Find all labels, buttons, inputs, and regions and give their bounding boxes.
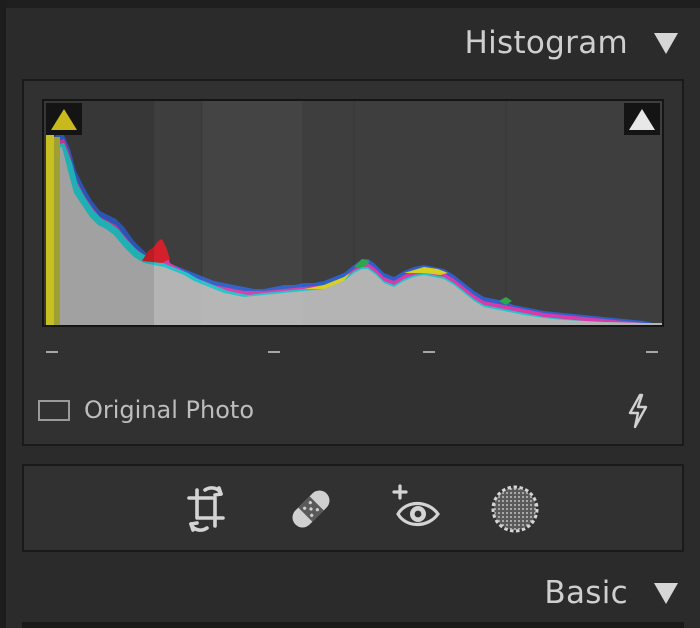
top-divider bbox=[0, 0, 700, 8]
info-dash bbox=[423, 351, 435, 353]
masking-tool-button[interactable] bbox=[490, 484, 540, 534]
collapse-triangle-icon[interactable] bbox=[654, 32, 678, 54]
healing-tool-button[interactable] bbox=[286, 484, 336, 534]
tool-strip bbox=[22, 464, 684, 552]
original-photo-checkbox[interactable] bbox=[38, 399, 70, 421]
eye-plus-icon bbox=[392, 484, 440, 527]
histogram-title: Histogram bbox=[464, 25, 628, 61]
info-dash bbox=[46, 351, 58, 353]
lightning-bolt-icon[interactable] bbox=[624, 393, 652, 429]
original-photo-label: Original Photo bbox=[84, 396, 255, 424]
basic-panel-edge bbox=[22, 622, 684, 628]
histogram-panel: Original Photo bbox=[22, 79, 684, 446]
left-divider bbox=[0, 0, 6, 628]
bandage-icon bbox=[292, 490, 330, 528]
original-photo-toggle[interactable]: Original Photo bbox=[38, 396, 254, 424]
basic-title: Basic bbox=[544, 575, 628, 611]
crop-icon bbox=[187, 486, 225, 532]
shadow-clip-triangle-icon bbox=[51, 108, 77, 130]
histogram-graph[interactable] bbox=[42, 99, 664, 327]
highlight-clip-triangle-icon bbox=[629, 108, 655, 130]
red-eye-tool-button[interactable] bbox=[392, 484, 442, 534]
mask-circle-icon bbox=[491, 485, 539, 533]
shadow-clipping-bar bbox=[46, 131, 54, 325]
histogram-svg bbox=[44, 101, 662, 325]
shadow-clipping-toggle[interactable] bbox=[46, 103, 82, 135]
crop-tool-button[interactable] bbox=[181, 484, 231, 534]
highlight-clipping-toggle[interactable] bbox=[624, 103, 660, 135]
basic-header[interactable]: Basic bbox=[40, 568, 700, 618]
info-dash bbox=[646, 351, 658, 353]
histogram-header[interactable]: Histogram bbox=[40, 18, 700, 68]
collapse-triangle-icon[interactable] bbox=[654, 582, 678, 604]
info-dash bbox=[268, 351, 280, 353]
